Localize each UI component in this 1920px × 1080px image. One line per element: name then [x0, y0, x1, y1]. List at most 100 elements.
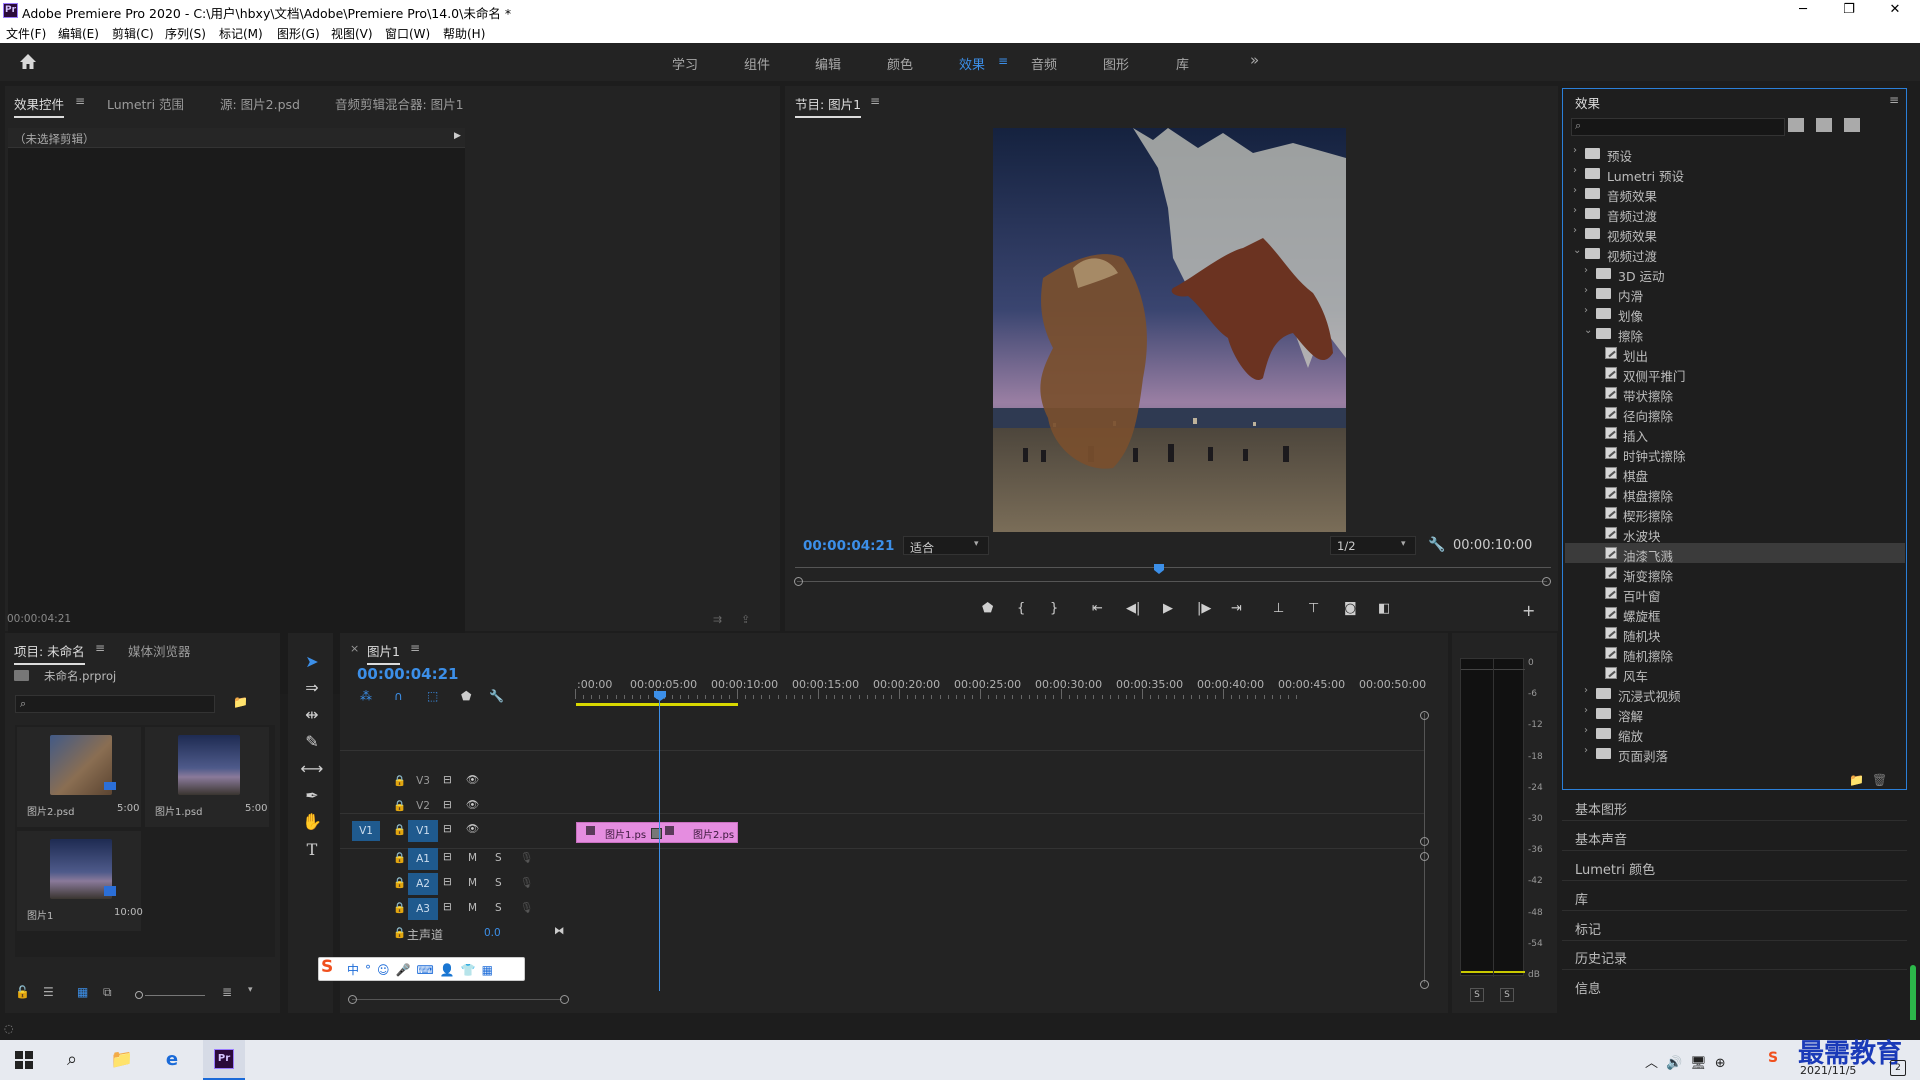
mute-button[interactable]: M [468, 877, 477, 889]
chevron-right-icon[interactable]: › [1584, 705, 1588, 716]
hand-tool-icon[interactable]: ✋ [300, 810, 324, 834]
type-tool-icon[interactable]: T [300, 838, 324, 862]
step-back-icon[interactable]: ◀| [1126, 601, 1140, 616]
scroll-handle[interactable] [1420, 980, 1429, 989]
effect-folder[interactable]: › 缩放 [1565, 723, 1905, 744]
effect-item[interactable]: 带状擦除 [1565, 383, 1905, 404]
close-sequence-icon[interactable]: × [350, 642, 359, 655]
effect-folder[interactable]: › 溶解 [1565, 703, 1905, 724]
effect-item[interactable]: 随机块 [1565, 623, 1905, 644]
scroll-handle[interactable] [1420, 711, 1429, 720]
fit-dropdown[interactable]: 适合 ▾ [903, 536, 989, 555]
eye-icon[interactable]: 👁 [466, 798, 479, 811]
razor-tool-icon[interactable]: ✎ [300, 730, 324, 754]
chevron-right-icon[interactable]: › [1573, 145, 1577, 156]
tab-lumetri-scopes[interactable]: Lumetri 范围 [107, 94, 184, 113]
go-to-end-icon[interactable]: ⧓ [554, 925, 565, 937]
track-label[interactable]: V3 [412, 775, 434, 789]
effect-item[interactable]: 棋盘擦除 [1565, 483, 1905, 504]
effect-item[interactable]: 百叶窗 [1565, 583, 1905, 604]
close-button[interactable]: ✕ [1872, 0, 1918, 22]
effect-item[interactable]: 水波块 [1565, 523, 1905, 544]
play-icon[interactable]: ▶ [1163, 601, 1173, 616]
workspace-tab-effects[interactable]: 效果 [959, 54, 985, 73]
lock-icon[interactable]: 🔒 [393, 823, 406, 836]
wrench-icon[interactable]: 🔧 [1428, 537, 1445, 553]
go-to-in-icon[interactable]: ⇤ [1092, 601, 1103, 616]
playhead-marker[interactable] [1154, 564, 1164, 574]
track-label[interactable]: V2 [412, 800, 434, 814]
pen-tool-icon[interactable]: ✒ [300, 784, 324, 808]
chevron-down-icon[interactable]: ⌄ [1573, 245, 1581, 256]
chevron-right-icon[interactable]: › [1573, 225, 1577, 236]
chevron-right-icon[interactable]: › [1584, 725, 1588, 736]
clip[interactable]: 图片1.ps [577, 823, 654, 842]
chevron-right-icon[interactable]: › [1584, 285, 1588, 296]
list-view-icon[interactable]: ☰ [43, 985, 54, 999]
timeline-playhead-line[interactable] [659, 699, 660, 991]
workspace-more-icon[interactable]: » [1250, 51, 1259, 69]
effects-panel-title[interactable]: 效果 [1575, 93, 1600, 112]
effect-folder[interactable]: › 沉浸式视频 [1565, 683, 1905, 704]
effect-folder[interactable]: › Lumetri 预设 [1565, 163, 1905, 184]
lock-icon[interactable]: 🔒 [393, 851, 406, 864]
chevron-right-icon[interactable]: › [1584, 685, 1588, 696]
program-monitor-title[interactable]: 节目: 图片1 [795, 94, 862, 118]
lock-icon[interactable]: 🔒 [393, 876, 406, 889]
new-bin-icon[interactable]: 📁 [1849, 773, 1864, 787]
panel-menu-icon[interactable]: ≡ [75, 94, 85, 108]
chevron-right-icon[interactable]: › [1573, 205, 1577, 216]
add-button-icon[interactable]: + [1522, 601, 1535, 620]
effect-item[interactable]: 油漆飞溅 [1565, 543, 1905, 564]
menu-sequence[interactable]: 序列(S) [165, 25, 206, 42]
32-bit-effects-icon[interactable] [1816, 118, 1832, 132]
menu-graphics[interactable]: 图形(G) [277, 25, 320, 42]
mute-button[interactable]: M [468, 852, 477, 864]
chevron-right-icon[interactable]: › [1584, 745, 1588, 756]
workspace-tab-libraries[interactable]: 库 [1176, 54, 1189, 73]
slip-tool-icon[interactable]: ⟷ [300, 757, 324, 781]
effect-item[interactable]: 划出 [1565, 343, 1905, 364]
new-bin-icon[interactable]: 📁 [233, 695, 248, 709]
go-to-out-icon[interactable]: ⇥ [1231, 601, 1242, 616]
work-area-bar[interactable] [576, 703, 738, 706]
eye-icon[interactable]: 👁 [466, 822, 479, 835]
workspace-menu-icon[interactable]: ≡ [998, 54, 1008, 68]
solo-right-button[interactable]: S [1500, 988, 1514, 1002]
zoom-slider-handle[interactable] [135, 991, 143, 999]
project-item[interactable]: 图片1.psd 5:00 [145, 727, 269, 827]
lift-icon[interactable]: ⊥ [1273, 601, 1284, 616]
workspace-tab-audio[interactable]: 音频 [1031, 54, 1057, 73]
effect-item[interactable]: 时钟式擦除 [1565, 443, 1905, 464]
step-forward-icon[interactable]: |▶ [1197, 601, 1211, 616]
effect-item[interactable]: 螺旋框 [1565, 603, 1905, 624]
track-label[interactable]: A2 [408, 873, 438, 895]
panel-menu-icon[interactable]: ≡ [95, 641, 105, 655]
effect-folder[interactable]: › 3D 运动 [1565, 263, 1905, 284]
program-timecode[interactable]: 00:00:04:21 [803, 538, 894, 554]
export-icon[interactable]: ⇪ [741, 613, 750, 626]
icon-view-icon[interactable]: ▦ [77, 985, 88, 999]
toggle-sync-icon[interactable]: ⊟ [443, 799, 452, 811]
minimize-button[interactable]: ─ [1780, 0, 1826, 22]
ime-tools-icons[interactable]: 中°☺🎤⌨👤👕▦ [347, 961, 499, 978]
effect-item[interactable]: 风车 [1565, 663, 1905, 684]
export-frame-icon[interactable]: ◙ [1344, 601, 1357, 616]
master-volume[interactable]: 0.0 [484, 927, 501, 939]
track-label[interactable]: A1 [408, 848, 438, 870]
chevron-right-icon[interactable]: › [1573, 185, 1577, 196]
taskbar-premiere-button[interactable]: Pr [203, 1040, 245, 1080]
mark-out-icon[interactable]: } [1050, 601, 1058, 616]
mark-in-icon[interactable]: { [1017, 601, 1025, 616]
chevron-right-icon[interactable]: › [1573, 165, 1577, 176]
lock-icon[interactable]: 🔓 [15, 985, 30, 999]
effect-item[interactable]: 径向擦除 [1565, 403, 1905, 424]
workspace-tab-color[interactable]: 颜色 [887, 54, 913, 73]
tab-source[interactable]: 源: 图片2.psd [220, 94, 300, 113]
freeform-view-icon[interactable]: ⧉ [103, 985, 112, 1000]
microphone-icon[interactable]: 🎙 [520, 851, 533, 864]
effect-folder[interactable]: › 音频效果 [1565, 183, 1905, 204]
lock-icon[interactable]: 🔒 [393, 774, 406, 787]
scroll-handle[interactable] [1420, 852, 1429, 861]
delete-icon[interactable]: 🗑 [1872, 773, 1887, 787]
